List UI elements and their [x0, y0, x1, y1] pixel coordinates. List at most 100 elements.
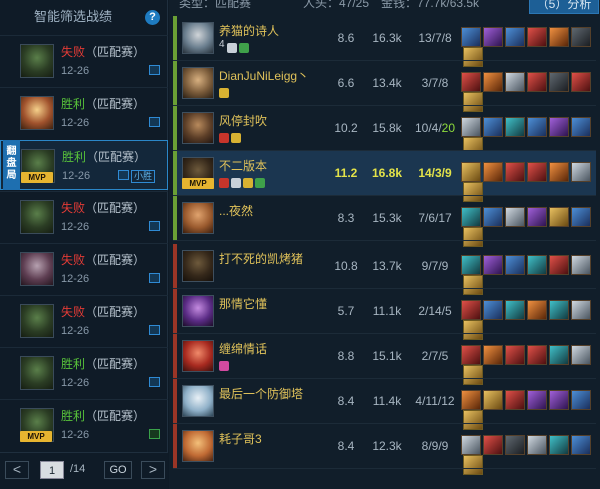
replay-icon[interactable]	[149, 221, 160, 231]
item-icon[interactable]	[483, 162, 503, 182]
player-name[interactable]: 缠绵情话	[219, 340, 267, 357]
replay-icon[interactable]	[149, 117, 160, 127]
item-icon[interactable]	[571, 207, 591, 227]
item-icon[interactable]	[571, 390, 591, 410]
player-row[interactable]: 打不死的凯烤猪 10.8 13.7k 9/7/9	[173, 244, 596, 295]
item-icon[interactable]	[527, 300, 547, 320]
page-number-input[interactable]: 1	[40, 461, 64, 479]
player-name[interactable]: 耗子哥3	[219, 430, 262, 447]
item-icon[interactable]	[549, 117, 569, 137]
item-icon[interactable]	[549, 162, 569, 182]
item-icon[interactable]	[549, 255, 569, 275]
item-icon[interactable]	[461, 255, 481, 275]
item-icon[interactable]	[505, 117, 525, 137]
replay-icon[interactable]	[149, 429, 160, 439]
item-icon[interactable]	[571, 27, 591, 47]
item-icon[interactable]	[483, 255, 503, 275]
item-icon[interactable]	[527, 207, 547, 227]
trinket-item-icon[interactable]	[463, 455, 483, 475]
replay-icon[interactable]	[149, 325, 160, 335]
match-list-item[interactable]: MVP 胜利（匹配赛） 12-26	[0, 399, 168, 449]
replay-icon[interactable]	[149, 65, 160, 75]
replay-icon[interactable]	[149, 377, 160, 387]
analyze-button[interactable]: （5）分析	[529, 0, 599, 14]
match-list-item[interactable]: 失败（匹配赛） 12-26	[0, 191, 168, 241]
player-row[interactable]: 缠绵情话 8.8 15.1k 2/7/5	[173, 334, 596, 385]
item-icon[interactable]	[483, 207, 503, 227]
item-icon[interactable]	[483, 72, 503, 92]
match-list-item[interactable]: 胜利（匹配赛） 12-26	[0, 87, 168, 137]
item-icon[interactable]	[571, 72, 591, 92]
player-row[interactable]: ...夜然 8.3 15.3k 7/6/17	[173, 196, 596, 247]
replay-icon[interactable]	[149, 273, 160, 283]
item-icon[interactable]	[461, 117, 481, 137]
player-name[interactable]: 打不死的凯烤猪	[219, 250, 303, 267]
player-name[interactable]: 最后一个防御塔	[219, 385, 303, 402]
item-icon[interactable]	[549, 435, 569, 455]
player-row[interactable]: 那情它懂 5.7 11.1k 2/14/5	[173, 289, 596, 340]
item-icon[interactable]	[527, 345, 547, 365]
item-icon[interactable]	[461, 27, 481, 47]
player-row[interactable]: DianJuNiLeigg丶 6.6 13.4k 3/7/8	[173, 61, 596, 112]
item-icon[interactable]	[461, 300, 481, 320]
item-icon[interactable]	[505, 207, 525, 227]
player-name[interactable]: 不二版本	[219, 157, 267, 174]
item-icon[interactable]	[527, 72, 547, 92]
item-icon[interactable]	[461, 345, 481, 365]
item-icon[interactable]	[527, 162, 547, 182]
item-icon[interactable]	[571, 117, 591, 137]
item-icon[interactable]	[483, 117, 503, 137]
player-name[interactable]: 风停封吹	[219, 112, 267, 129]
player-row[interactable]: MVP 不二版本 11.2 16.8k 14/3/9	[173, 151, 596, 202]
item-icon[interactable]	[505, 435, 525, 455]
player-row[interactable]: 养猫的诗人 4 8.6 16.3k 13/7/8	[173, 16, 596, 67]
item-icon[interactable]	[549, 72, 569, 92]
match-list-item[interactable]: 失败（匹配赛） 12-26	[0, 295, 168, 345]
item-icon[interactable]	[461, 435, 481, 455]
item-icon[interactable]	[527, 435, 547, 455]
item-icon[interactable]	[505, 162, 525, 182]
item-icon[interactable]	[571, 300, 591, 320]
prev-page-button[interactable]: <	[5, 461, 29, 479]
player-row[interactable]: 耗子哥3 8.4 12.3k 8/9/9	[173, 424, 596, 475]
match-list-item[interactable]: 失败（匹配赛） 12-26	[0, 35, 168, 85]
item-icon[interactable]	[505, 72, 525, 92]
item-icon[interactable]	[483, 390, 503, 410]
player-name[interactable]: 养猫的诗人	[219, 22, 279, 39]
help-icon[interactable]: ?	[145, 10, 160, 25]
item-icon[interactable]	[505, 27, 525, 47]
player-name[interactable]: 那情它懂	[219, 295, 267, 312]
item-icon[interactable]	[527, 117, 547, 137]
item-icon[interactable]	[461, 207, 481, 227]
item-icon[interactable]	[549, 345, 569, 365]
item-icon[interactable]	[527, 390, 547, 410]
item-icon[interactable]	[505, 255, 525, 275]
item-icon[interactable]	[483, 27, 503, 47]
next-page-button[interactable]: >	[141, 461, 165, 479]
player-name[interactable]: DianJuNiLeigg丶	[219, 67, 309, 84]
player-row[interactable]: 最后一个防御塔 8.4 11.4k 4/11/12	[173, 379, 596, 430]
item-icon[interactable]	[571, 345, 591, 365]
item-icon[interactable]	[549, 390, 569, 410]
match-list-item[interactable]: MVP 胜利（匹配赛） 12-26 小胜	[0, 140, 168, 190]
item-icon[interactable]	[549, 207, 569, 227]
item-icon[interactable]	[483, 345, 503, 365]
item-icon[interactable]	[461, 72, 481, 92]
item-icon[interactable]	[483, 300, 503, 320]
item-icon[interactable]	[461, 390, 481, 410]
match-list-item[interactable]: 胜利（匹配赛） 12-26	[0, 347, 168, 397]
item-icon[interactable]	[527, 255, 547, 275]
match-list-item[interactable]: 失败（匹配赛） 12-26	[0, 243, 168, 293]
item-icon[interactable]	[571, 435, 591, 455]
player-row[interactable]: 风停封吹 10.2 15.8k 10/4/20	[173, 106, 596, 157]
item-icon[interactable]	[505, 300, 525, 320]
player-name[interactable]: ...夜然	[219, 202, 253, 219]
item-icon[interactable]	[549, 27, 569, 47]
item-icon[interactable]	[527, 27, 547, 47]
item-icon[interactable]	[505, 345, 525, 365]
item-icon[interactable]	[549, 300, 569, 320]
item-icon[interactable]	[571, 255, 591, 275]
go-button[interactable]: GO	[104, 461, 132, 479]
item-icon[interactable]	[461, 162, 481, 182]
item-icon[interactable]	[505, 390, 525, 410]
